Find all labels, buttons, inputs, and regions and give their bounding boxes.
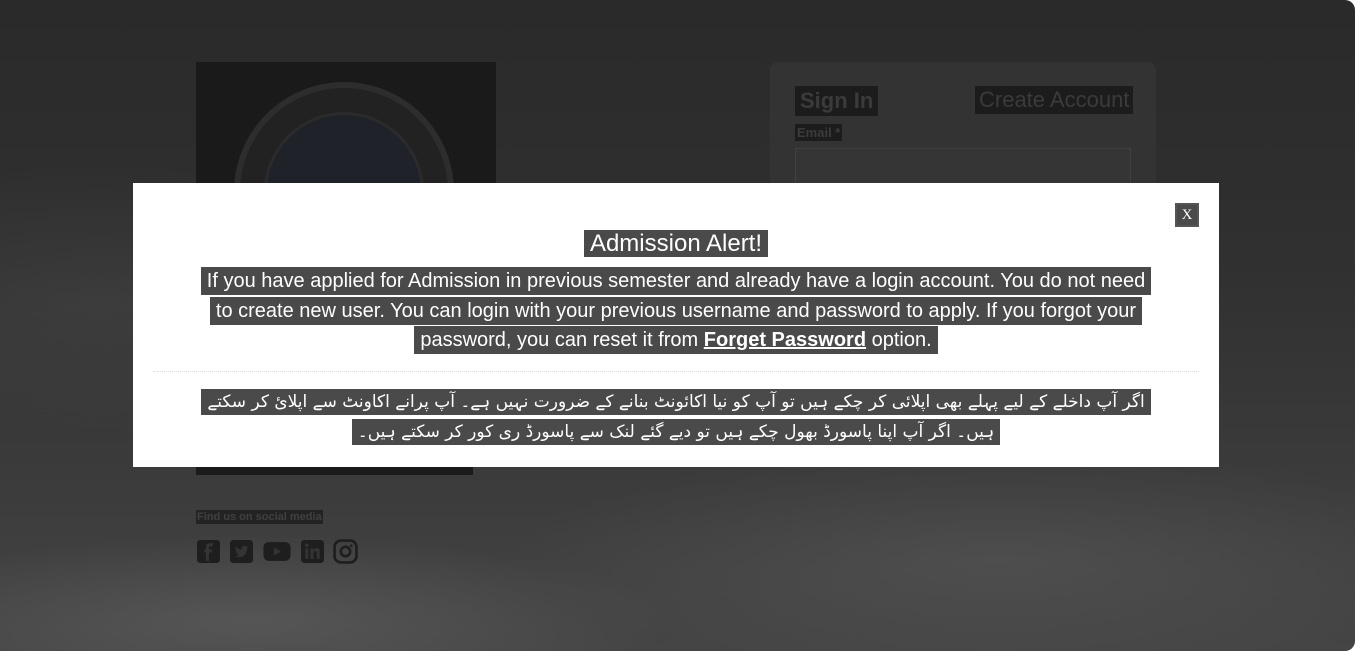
tab-create-account[interactable]: Create Account [975,86,1134,114]
urdu-message-text: اگر آپ داخلے کے لیے پہلے بھی اپلائی کر چ… [201,389,1151,445]
modal-message-urdu: اگر آپ داخلے کے لیے پہلے بھی اپلائی کر چ… [193,387,1159,447]
admission-alert-modal: X Admission Alert! If you have applied f… [133,183,1219,467]
instagram-icon[interactable] [333,538,358,564]
social-links [196,538,358,564]
modal-divider [153,371,1199,372]
message-suffix: option. [871,329,932,351]
email-field[interactable] [795,148,1131,188]
linkedin-icon[interactable] [300,539,325,564]
facebook-icon[interactable] [196,539,221,564]
twitter-icon[interactable] [229,539,254,564]
modal-message-english: If you have applied for Admission in pre… [193,267,1159,356]
modal-title-wrap: Admission Alert! [133,229,1219,259]
university-logo [196,62,496,192]
email-label: Email * [795,124,843,141]
message-highlight: If you have applied for Admission in pre… [200,267,1152,354]
modal-title: Admission Alert! [583,230,769,257]
youtube-icon[interactable] [262,539,292,564]
message-text: If you have applied for Admission in pre… [206,270,1146,351]
social-media-label: Find us on social media [196,510,323,524]
forget-password-link[interactable]: Forget Password [704,329,866,351]
auth-panel: Sign In Create Account Email * [770,62,1156,192]
tab-sign-in[interactable]: Sign In [795,86,879,116]
sign-in-button-partial[interactable] [196,466,473,475]
close-button[interactable]: X [1175,203,1199,227]
